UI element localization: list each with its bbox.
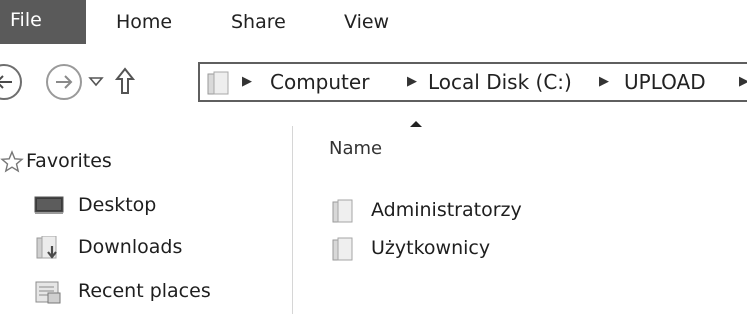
tab-file[interactable]: File <box>0 0 86 44</box>
folder-icon <box>207 71 229 95</box>
forward-arrow-icon <box>56 75 73 89</box>
list-item-name: Użytkownicy <box>371 237 491 259</box>
breadcrumb-separator-icon[interactable]: ▶ <box>242 64 252 100</box>
recent-locations-chevron-icon[interactable] <box>88 76 104 88</box>
breadcrumb-computer[interactable]: Computer <box>270 64 369 100</box>
nav-item-label: Desktop <box>78 194 157 216</box>
navigation-bar: ▶ Computer ▶ Local Disk (C:) ▶ UPLOAD ▶ <box>0 50 747 116</box>
column-header-name[interactable]: Name <box>329 138 382 159</box>
breadcrumb-separator-icon[interactable]: ▶ <box>407 64 417 100</box>
folder-icon <box>332 237 353 261</box>
file-list: Name Administratorzy Użytkownicy <box>293 118 747 314</box>
breadcrumb-separator-icon[interactable]: ▶ <box>599 64 609 100</box>
up-arrow-icon[interactable] <box>114 66 136 96</box>
address-bar[interactable]: ▶ Computer ▶ Local Disk (C:) ▶ UPLOAD ▶ <box>198 62 747 102</box>
breadcrumb-local-disk[interactable]: Local Disk (C:) <box>428 64 572 100</box>
nav-item-label: Favorites <box>26 150 112 172</box>
downloads-icon <box>36 236 57 259</box>
nav-item-label: Recent places <box>78 280 211 302</box>
tab-view[interactable]: View <box>344 0 389 44</box>
list-item-name: Administratorzy <box>371 199 522 221</box>
ribbon: File Home Share View <box>0 0 747 44</box>
sort-ascending-icon <box>410 121 422 127</box>
breadcrumb-upload[interactable]: UPLOAD <box>624 64 706 100</box>
forward-button[interactable] <box>46 64 82 100</box>
recent-places-icon <box>35 281 61 304</box>
tab-home[interactable]: Home <box>116 0 172 44</box>
back-arrow-icon <box>0 75 12 89</box>
nav-item-label: Downloads <box>78 236 183 258</box>
folder-icon <box>332 199 353 223</box>
navigation-pane: Favorites Desktop Downloads Recent place… <box>0 126 293 314</box>
star-icon <box>0 150 24 173</box>
tab-share[interactable]: Share <box>231 0 286 44</box>
desktop-icon <box>34 196 64 214</box>
breadcrumb-separator-icon[interactable]: ▶ <box>739 64 747 100</box>
back-button[interactable] <box>0 64 22 100</box>
